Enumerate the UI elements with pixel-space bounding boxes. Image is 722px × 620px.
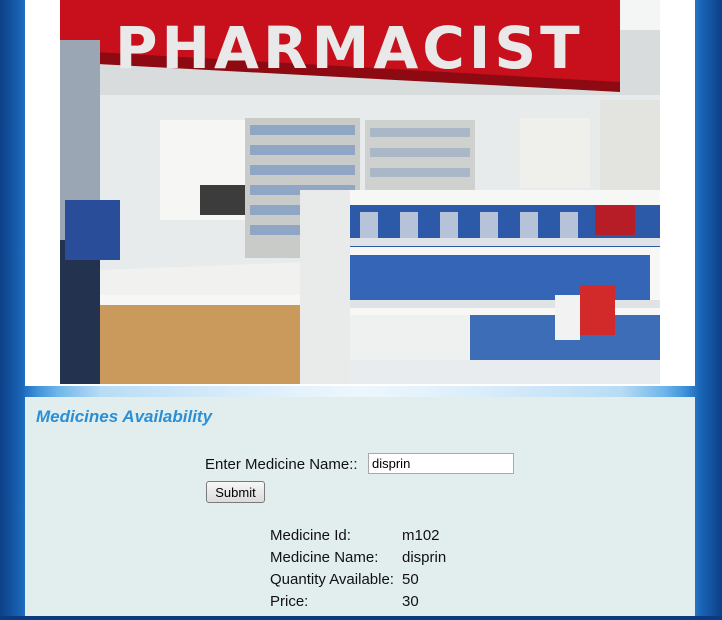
result-row: Medicine Name: disprin xyxy=(270,549,446,571)
result-value: 50 xyxy=(402,571,419,588)
submit-button[interactable]: Submit xyxy=(206,481,265,503)
section-title: Medicines Availability xyxy=(36,407,213,426)
result-row: Quantity Available: 50 xyxy=(270,571,446,593)
result-label: Price: xyxy=(270,593,309,610)
medicine-panel: Medicines Availability Enter Medicine Na… xyxy=(25,397,695,620)
result-row: Medicine Id: m102 xyxy=(270,527,446,549)
result-value: disprin xyxy=(402,549,447,566)
medicine-name-label: Enter Medicine Name:: xyxy=(205,456,358,473)
sign-text: PHARMACIST xyxy=(115,14,584,82)
result-label: Medicine Id: xyxy=(270,527,351,544)
result-label: Quantity Available: xyxy=(270,571,394,588)
result-value: 30 xyxy=(402,593,419,610)
result-label: Medicine Name: xyxy=(270,549,379,566)
result-row: Price: 30 xyxy=(270,593,446,615)
pharmacy-photo: PHARMACIST xyxy=(60,0,660,384)
medicine-name-input[interactable] xyxy=(368,453,514,474)
result-value: m102 xyxy=(402,527,440,544)
result-table: Medicine Id: m102 Medicine Name: disprin… xyxy=(270,527,446,615)
bottom-border xyxy=(0,616,722,620)
